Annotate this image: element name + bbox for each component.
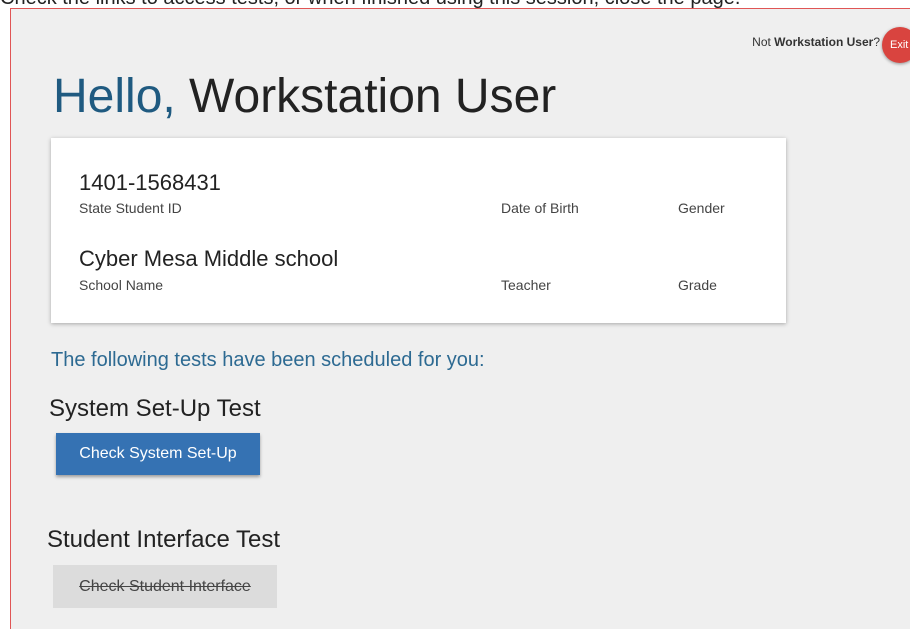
student-id-value: 1401-1568431 xyxy=(79,170,221,195)
teacher-label: Teacher xyxy=(501,277,551,293)
school-name-value: Cyber Mesa Middle school xyxy=(79,246,339,271)
not-suffix: ? xyxy=(873,35,880,49)
greeting-name: Workstation User xyxy=(175,70,557,123)
student-info-card: 1401-1568431 State Student ID Date of Bi… xyxy=(51,138,786,323)
not-prefix: Not xyxy=(752,35,775,49)
page-title: Hello, Workstation User xyxy=(53,69,556,124)
student-id-label: State Student ID xyxy=(79,200,182,216)
user-bar: Not Workstation User? xyxy=(752,35,880,49)
current-user-name: Workstation User xyxy=(774,35,874,49)
top-instruction-text: Check the links to access tests, or when… xyxy=(0,0,740,8)
greeting-hello: Hello, xyxy=(53,70,176,123)
school-name-label: School Name xyxy=(79,277,164,293)
gender-label: Gender xyxy=(678,200,725,216)
dashboard-frame: Not Workstation User? Exit Hello, Workst… xyxy=(10,8,910,629)
top-instruction-strip: Check the links to access tests, or when… xyxy=(0,0,910,8)
exit-button[interactable]: Exit xyxy=(882,27,910,63)
grade-label: Grade xyxy=(678,277,717,293)
dob-label: Date of Birth xyxy=(501,200,579,216)
check-student-interface-button[interactable]: Check Student Interface xyxy=(53,565,277,608)
system-setup-test-title: System Set-Up Test xyxy=(49,395,261,422)
scheduled-tests-heading: The following tests have been scheduled … xyxy=(51,349,485,371)
check-system-setup-button[interactable]: Check System Set-Up xyxy=(56,433,260,475)
student-interface-test-title: Student Interface Test xyxy=(47,526,281,553)
